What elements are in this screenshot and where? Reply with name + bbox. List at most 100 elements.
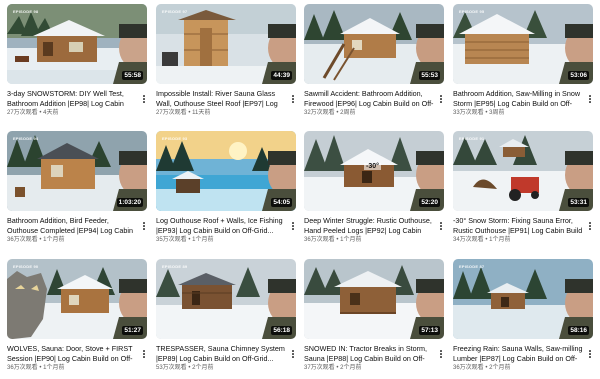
video-thumbnail[interactable]: EPISODE 87 58:16 <box>453 259 593 339</box>
more-actions-icon[interactable] <box>290 349 296 359</box>
view-count: 36万次观看 <box>453 365 484 371</box>
view-count: 32万次观看 <box>304 110 335 116</box>
video-title[interactable]: WOLVES, Sauna: Door, Stove + FIRST Sessi… <box>7 344 147 363</box>
episode-badge: EPISODE 97 <box>162 9 188 14</box>
video-thumbnail[interactable]: EPISODE 98 55:58 <box>7 4 147 84</box>
video-duration: 55:53 <box>419 71 440 80</box>
video-meta: 34万次观看 • 1个月前 <box>453 236 593 244</box>
video-thumbnail[interactable]: EPISODE 91 53:31 <box>453 131 593 211</box>
upload-age: 1个月前 <box>340 237 362 243</box>
upload-age: 1个月前 <box>489 237 511 243</box>
episode-badge: EPISODE 98 <box>13 9 39 14</box>
view-count: 36万次观看 <box>304 237 335 243</box>
video-meta: 53万次观看 • 2个月前 <box>156 364 296 372</box>
video-thumbnail[interactable]: 57:13 <box>304 259 444 339</box>
upload-age: 11天前 <box>192 110 211 116</box>
video-title[interactable]: Freezing Rain: Sauna Walls, Saw-milling … <box>453 344 593 363</box>
video-thumbnail[interactable]: EPISODE 89 56:18 <box>156 259 296 339</box>
video-card[interactable]: EPISODE 90 51:27 WOLVES, Sauna: Door, St… <box>7 259 147 372</box>
view-count: 37万次观看 <box>304 365 335 371</box>
video-title[interactable]: Impossible Install: River Sauna Glass Wa… <box>156 89 296 108</box>
video-title[interactable]: Deep Winter Struggle: Rustic Outhouse, H… <box>304 216 444 235</box>
video-title[interactable]: TRESPASSER, Sauna Chimney System |EP89| … <box>156 344 296 363</box>
video-meta: 35万次观看 • 1个月前 <box>156 236 296 244</box>
video-duration: 53:06 <box>568 71 589 80</box>
upload-age: 4天前 <box>43 110 59 116</box>
more-actions-icon[interactable] <box>438 221 444 231</box>
more-actions-icon[interactable] <box>141 349 147 359</box>
video-duration: 54:05 <box>271 198 292 207</box>
video-card[interactable]: EPISODE 89 56:18 TRESPASSER, Sauna Chimn… <box>156 259 296 372</box>
video-thumbnail[interactable]: EPISODE 97 44:39 <box>156 4 296 84</box>
video-thumbnail[interactable]: EPISODE 94 1:03:20 <box>7 131 147 211</box>
video-thumbnail[interactable]: 55:53 <box>304 4 444 84</box>
more-actions-icon[interactable] <box>587 221 593 231</box>
episode-badge: EPISODE 91 <box>459 136 485 141</box>
video-title[interactable]: SNOWED IN: Tractor Breaks in Storm, Saun… <box>304 344 444 363</box>
video-title[interactable]: 3-day SNOWSTORM: DIY Well Test, Bathroom… <box>7 89 147 108</box>
more-actions-icon[interactable] <box>438 94 444 104</box>
video-thumbnail[interactable]: EPISODE 90 51:27 <box>7 259 147 339</box>
video-meta: 27万次观看 • 11天前 <box>156 109 296 117</box>
video-meta: 33万次观看 • 3周前 <box>453 109 593 117</box>
video-thumbnail[interactable]: -30° 52:20 <box>304 131 444 211</box>
more-actions-icon[interactable] <box>587 94 593 104</box>
upload-age: 1个月前 <box>43 365 65 371</box>
temperature-overlay: -30° <box>364 163 381 170</box>
video-card[interactable]: EPISODE 97 44:39 Impossible Install: Riv… <box>156 4 296 117</box>
video-title[interactable]: Bathroom Addition, Saw-Milling in Snow S… <box>453 89 593 108</box>
video-card[interactable]: EPISODE 93 54:05 Log Outhouse Roof + Wal… <box>156 131 296 244</box>
video-duration: 58:16 <box>568 326 589 335</box>
video-thumbnail[interactable]: EPISODE 93 54:05 <box>156 131 296 211</box>
video-title[interactable]: Log Outhouse Roof + Walls, Ice Fishing |… <box>156 216 296 235</box>
episode-badge: EPISODE 89 <box>162 264 188 269</box>
video-grid: EPISODE 98 55:58 3-day SNOWSTORM: DIY We… <box>7 0 597 379</box>
video-meta: 32万次观看 • 2周前 <box>304 109 444 117</box>
upload-age: 2个月前 <box>489 365 511 371</box>
view-count: 33万次观看 <box>453 110 484 116</box>
more-actions-icon[interactable] <box>141 94 147 104</box>
video-duration: 57:13 <box>419 326 440 335</box>
video-title[interactable]: -30° Snow Storm: Fixing Sauna Error, Rus… <box>453 216 593 235</box>
video-duration: 56:18 <box>271 326 292 335</box>
video-duration: 44:39 <box>271 71 292 80</box>
video-duration: 51:27 <box>122 326 143 335</box>
more-actions-icon[interactable] <box>290 221 296 231</box>
upload-age: 1个月前 <box>43 237 65 243</box>
video-card[interactable]: 55:53 Sawmill Accident: Bathroom Additio… <box>304 4 444 117</box>
more-actions-icon[interactable] <box>438 349 444 359</box>
video-card[interactable]: EPISODE 91 53:31 -30° Snow Storm: Fixing… <box>453 131 593 244</box>
episode-badge: EPISODE 87 <box>459 264 485 269</box>
upload-age: 2个月前 <box>340 365 362 371</box>
view-count: 36万次观看 <box>7 237 38 243</box>
upload-age: 3周前 <box>489 110 505 116</box>
video-duration: 53:31 <box>568 198 589 207</box>
episode-badge: EPISODE 94 <box>13 136 39 141</box>
video-card[interactable]: -30° 52:20 Deep Winter Struggle: Rustic … <box>304 131 444 244</box>
video-duration: 52:20 <box>419 198 440 207</box>
video-card[interactable]: 57:13 SNOWED IN: Tractor Breaks in Storm… <box>304 259 444 372</box>
more-actions-icon[interactable] <box>141 221 147 231</box>
view-count: 36万次观看 <box>7 365 38 371</box>
video-thumbnail[interactable]: EPISODE 95 53:06 <box>453 4 593 84</box>
video-duration: 1:03:20 <box>116 198 143 207</box>
view-count: 27万次观看 <box>7 110 38 116</box>
video-meta: 36万次观看 • 1个月前 <box>304 236 444 244</box>
view-count: 35万次观看 <box>156 237 187 243</box>
episode-badge: EPISODE 95 <box>459 9 485 14</box>
video-card[interactable]: EPISODE 87 58:16 Freezing Rain: Sauna Wa… <box>453 259 593 372</box>
episode-badge: EPISODE 93 <box>162 136 188 141</box>
video-title[interactable]: Bathroom Addition, Bird Feeder, Outhouse… <box>7 216 147 235</box>
video-card[interactable]: EPISODE 94 1:03:20 Bathroom Addition, Bi… <box>7 131 147 244</box>
upload-age: 2个月前 <box>192 365 214 371</box>
video-meta: 36万次观看 • 1个月前 <box>7 364 147 372</box>
video-title[interactable]: Sawmill Accident: Bathroom Addition, Fir… <box>304 89 444 108</box>
video-card[interactable]: EPISODE 95 53:06 Bathroom Addition, Saw-… <box>453 4 593 117</box>
video-card[interactable]: EPISODE 98 55:58 3-day SNOWSTORM: DIY We… <box>7 4 147 117</box>
upload-age: 2周前 <box>340 110 356 116</box>
view-count: 27万次观看 <box>156 110 187 116</box>
more-actions-icon[interactable] <box>290 94 296 104</box>
video-meta: 36万次观看 • 1个月前 <box>7 236 147 244</box>
more-actions-icon[interactable] <box>587 349 593 359</box>
video-duration: 55:58 <box>122 71 143 80</box>
